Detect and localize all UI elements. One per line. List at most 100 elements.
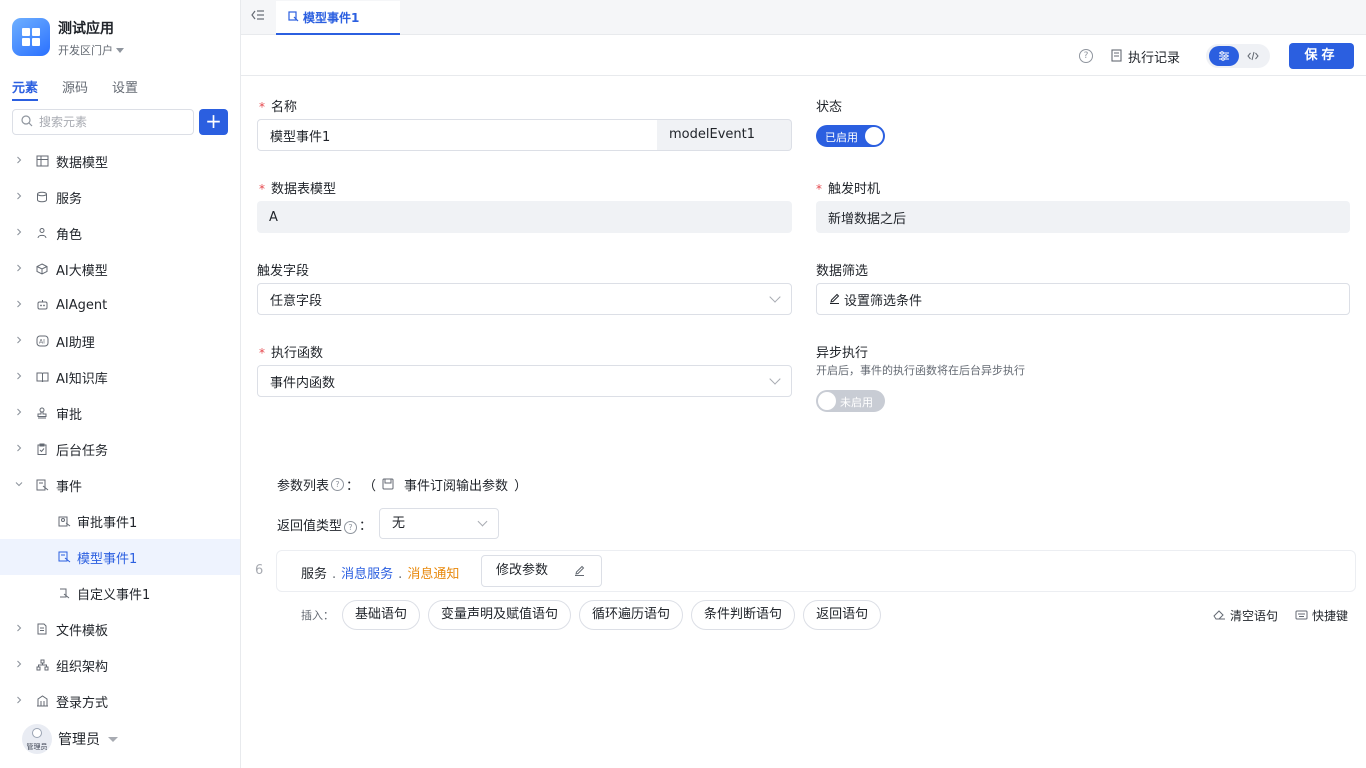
tab-model-event[interactable]: 模型事件1 — [276, 1, 400, 35]
chevron-right-icon[interactable] — [14, 443, 24, 456]
portal-switcher[interactable]: 开发区门户 — [58, 42, 124, 58]
sidebar-item[interactable]: 事件 — [0, 467, 240, 503]
exec-log-label: 执行记录 — [1128, 51, 1181, 66]
user-group-icon — [34, 225, 50, 241]
clear-statements-button[interactable]: 清空语句 — [1213, 607, 1278, 624]
sidebar-item[interactable]: 审批事件1 — [0, 503, 240, 539]
name-input[interactable]: 模型事件1 — [257, 119, 658, 151]
sidebar-item[interactable]: AI AI助理 — [0, 323, 240, 359]
save-button[interactable]: 保存 — [1289, 43, 1354, 69]
chevron-right-icon[interactable] — [14, 227, 24, 240]
chevron-right-icon[interactable] — [14, 191, 24, 204]
exec-fn-select[interactable]: 事件内函数 — [257, 365, 792, 397]
database-icon — [34, 189, 50, 205]
filter-button[interactable]: 设置筛选条件 — [816, 283, 1350, 315]
sidebar-item-label: 模型事件1 — [77, 551, 138, 567]
tab-elements[interactable]: 元素 — [12, 77, 39, 101]
return-type-select[interactable]: 无 — [379, 508, 499, 539]
tab-bar: 模型事件1 — [241, 0, 1366, 35]
sidebar-item[interactable]: 模型事件1 — [0, 539, 240, 575]
sidebar-item[interactable]: 数据模型 — [0, 143, 240, 179]
insert-loop-button[interactable]: 循环遍历语句 — [579, 600, 684, 630]
sidebar-item[interactable]: AI大模型 — [0, 251, 240, 287]
exec-log-button[interactable]: 执行记录 — [1111, 47, 1180, 66]
sidebar: 测试应用 开发区门户 元素 源码 设置 + 数据模型服务角色 AI大模型 AIAge… — [0, 0, 241, 768]
login-icon — [34, 693, 50, 709]
async-switch-text: 未启用 — [840, 396, 873, 409]
sidebar-tabs: 元素 源码 设置 — [12, 77, 138, 101]
param-list-row: 参数列表 ? ： （ 事件订阅输出参数 ） — [277, 475, 527, 494]
user-menu[interactable]: 管理员 管理员 — [22, 724, 118, 754]
insert-variable-button[interactable]: 变量声明及赋值语句 — [428, 600, 572, 630]
chevron-right-icon[interactable] — [14, 155, 24, 168]
chevron-right-icon[interactable] — [14, 659, 24, 672]
insert-condition-button[interactable]: 条件判断语句 — [691, 600, 796, 630]
chevron-down-icon[interactable] — [14, 479, 24, 492]
required-mark: * — [816, 182, 822, 196]
async-hint: 开启后，事件的执行函数将在后台异步执行 — [816, 364, 1025, 377]
sidebar-item[interactable]: 后台任务 — [0, 431, 240, 467]
chevron-down-icon — [769, 373, 781, 385]
help-icon[interactable]: ? — [331, 478, 345, 491]
edit-params-button[interactable]: 修改参数 — [481, 555, 602, 587]
visual-mode-icon[interactable] — [1209, 46, 1239, 66]
sidebar-item[interactable]: 登录方式 — [0, 683, 240, 719]
table-model-field[interactable]: A — [257, 201, 792, 233]
sidebar-item-label: 组织架构 — [56, 659, 109, 675]
help-icon[interactable]: ? — [1079, 49, 1093, 63]
async-switch[interactable]: 未启用 — [816, 390, 885, 412]
status-switch-text: 已启用 — [825, 131, 858, 144]
sidebar-item[interactable]: AI知识库 — [0, 359, 240, 395]
sidebar-item-label: 角色 — [56, 227, 83, 243]
insert-return-button[interactable]: 返回语句 — [803, 600, 882, 630]
caret-down-icon — [116, 48, 124, 53]
table-model-label: * 数据表模型 — [259, 182, 337, 197]
stmt-service: 服务 — [301, 567, 328, 582]
collapse-sidebar-icon[interactable] — [251, 9, 265, 24]
sidebar-item[interactable]: 服务 — [0, 179, 240, 215]
trigger-time-field[interactable]: 新增数据之后 — [816, 201, 1350, 233]
sidebar-item-label: 审批事件1 — [77, 515, 138, 531]
keyboard-icon — [1295, 610, 1308, 622]
sidebar-item-label: 登录方式 — [56, 695, 109, 711]
sidebar-item-label: 后台任务 — [56, 443, 109, 459]
chevron-right-icon[interactable] — [14, 263, 24, 276]
shortcut-button[interactable]: 快捷键 — [1295, 607, 1348, 624]
insert-basic-button[interactable]: 基础语句 — [342, 600, 421, 630]
ai-assistant-icon: AI — [34, 333, 50, 349]
chevron-right-icon[interactable] — [14, 623, 24, 636]
save-icon — [382, 478, 394, 492]
toolbar: ? 执行记录 保存 — [241, 36, 1366, 76]
required-mark: * — [259, 346, 265, 360]
svg-text:AI: AI — [39, 339, 45, 346]
search-icon — [21, 115, 33, 129]
search-input[interactable] — [39, 115, 179, 129]
add-element-button[interactable]: + — [199, 109, 228, 135]
sidebar-item-label: AIAgent — [56, 297, 108, 313]
output-params-link[interactable]: 事件订阅输出参数 — [404, 475, 508, 494]
code-mode-icon[interactable] — [1238, 46, 1268, 66]
portal-name: 开发区门户 — [58, 44, 113, 57]
code-statement[interactable]: 服务. 消息服务. 消息通知 修改参数 — [276, 550, 1356, 592]
chevron-right-icon[interactable] — [14, 335, 24, 348]
status-switch[interactable]: 已启用 — [816, 125, 885, 147]
sidebar-item[interactable]: 文件模板 — [0, 611, 240, 647]
sidebar-item-label: 自定义事件1 — [77, 587, 151, 603]
sidebar-item[interactable]: 审批 — [0, 395, 240, 431]
sidebar-item-label: 服务 — [56, 191, 83, 207]
tab-source[interactable]: 源码 — [62, 77, 88, 101]
help-icon[interactable]: ? — [344, 521, 358, 534]
stmt-msg-notify: 消息通知 — [407, 567, 460, 582]
chevron-right-icon[interactable] — [14, 695, 24, 708]
sidebar-item[interactable]: AIAgent — [0, 287, 240, 323]
trigger-field-select[interactable]: 任意字段 — [257, 283, 792, 315]
insert-toolbar: 插入： 基础语句 变量声明及赋值语句 循环遍历语句 条件判断语句 返回语句 — [301, 600, 889, 630]
sidebar-item[interactable]: 组织架构 — [0, 647, 240, 683]
chevron-right-icon[interactable] — [14, 299, 24, 312]
tab-settings[interactable]: 设置 — [112, 77, 138, 101]
sidebar-item[interactable]: 角色 — [0, 215, 240, 251]
chevron-right-icon[interactable] — [14, 407, 24, 420]
name-key-field[interactable]: modelEvent1 — [657, 119, 792, 151]
sidebar-item[interactable]: 自定义事件1 — [0, 575, 240, 611]
chevron-right-icon[interactable] — [14, 371, 24, 384]
